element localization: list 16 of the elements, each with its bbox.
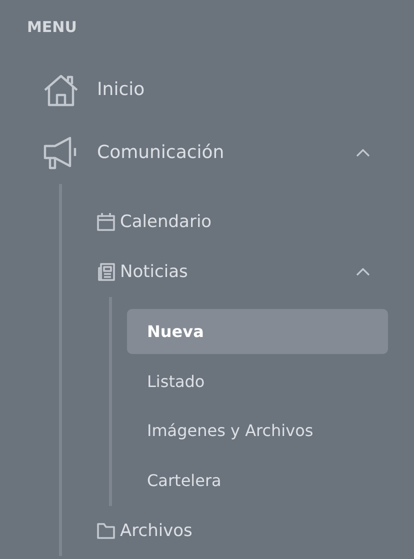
folder-icon — [96, 520, 116, 540]
menu-item[interactable]: Archivos — [96, 506, 414, 556]
menu-item[interactable]: Inicio — [0, 58, 414, 121]
menu-item[interactable]: Noticias — [96, 247, 414, 297]
calendar-icon — [96, 212, 116, 232]
menu-item[interactable]: Comunicación — [0, 121, 414, 184]
menu-item[interactable]: Imágenes y Archivos — [127, 408, 388, 453]
menu-item[interactable]: Cartelera — [127, 458, 388, 502]
chevron-icon[interactable] — [356, 148, 370, 156]
menu-item[interactable]: Nueva — [127, 309, 388, 354]
chevron-icon[interactable] — [356, 268, 370, 276]
menu-item[interactable]: Calendario — [96, 197, 414, 247]
newspaper-icon — [96, 262, 116, 282]
menu-heading: MENU — [26, 17, 77, 37]
menu-item[interactable]: Listado — [127, 358, 388, 404]
house-icon — [42, 72, 80, 106]
